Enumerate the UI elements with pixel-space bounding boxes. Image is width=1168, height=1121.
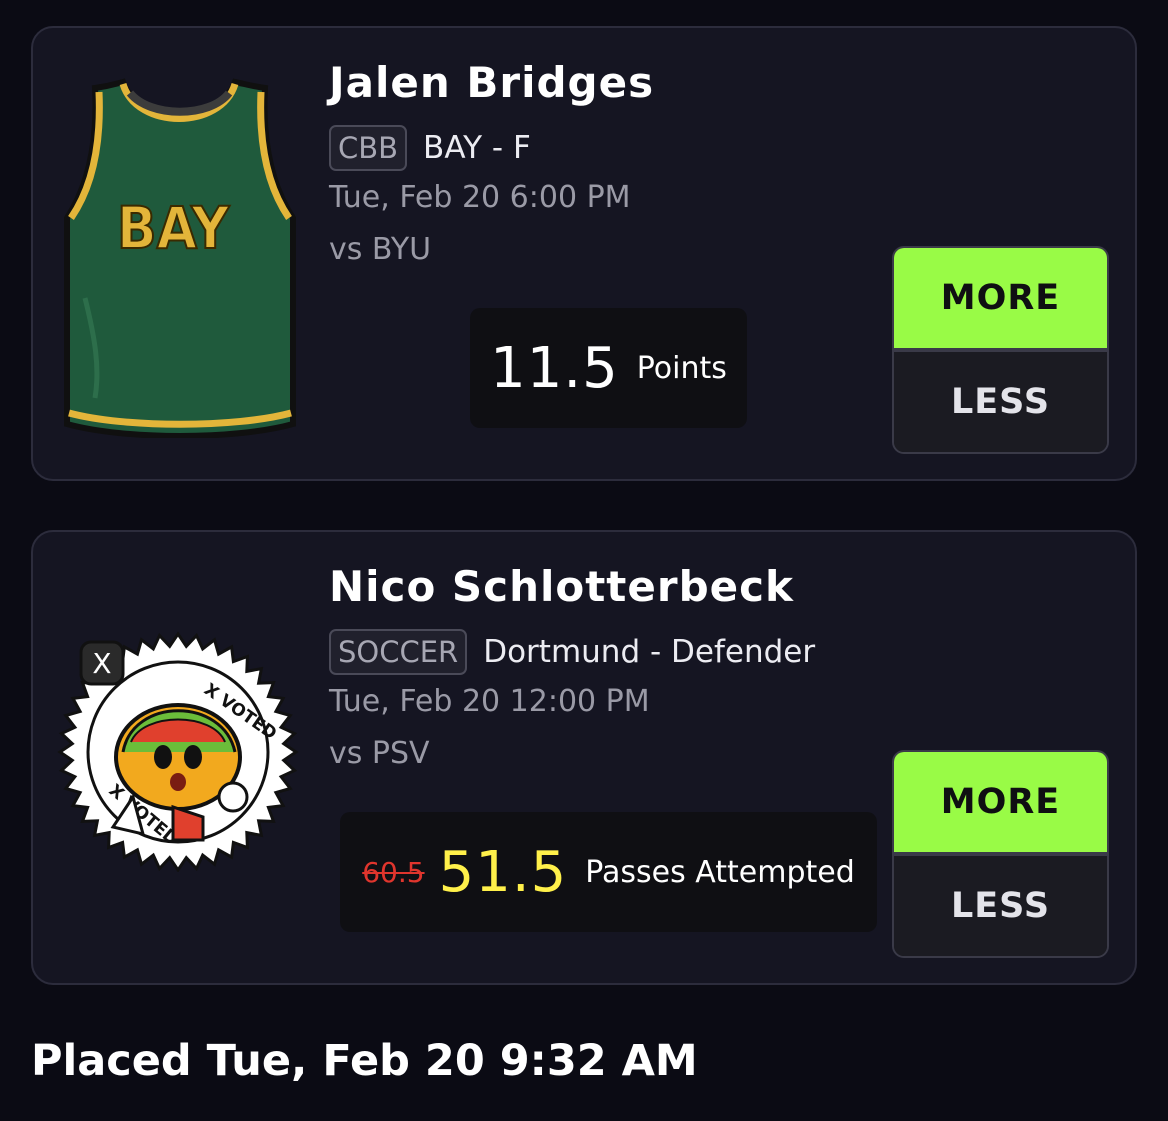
more-button[interactable]: MORE [894, 752, 1107, 852]
league-badge: SOCCER [329, 629, 468, 675]
opponent: vs BYU [329, 232, 432, 267]
old-line-value: 60.5 [362, 855, 425, 889]
player-meta: SOCCER Dortmund - Defender [329, 629, 815, 675]
pick-card[interactable]: X VOTED X VOTED X Nico Schlotterbeck SOC… [31, 530, 1137, 985]
line-value: 11.5 [490, 335, 619, 401]
more-less-toggle: MORE LESS [892, 750, 1109, 958]
game-time: Tue, Feb 20 12:00 PM [329, 684, 650, 719]
game-time: Tue, Feb 20 6:00 PM [329, 180, 631, 215]
more-button[interactable]: MORE [894, 248, 1107, 348]
lineup-screen: BAY Jalen Bridges CBB BAY - F Tue, Feb 2… [0, 0, 1168, 1121]
x-voted-taco-badge-icon: X VOTED X VOTED X [53, 612, 303, 873]
svg-text:X: X [92, 647, 111, 680]
less-button[interactable]: LESS [894, 856, 1107, 956]
placed-timestamp: Placed Tue, Feb 20 9:32 AM [31, 1036, 698, 1086]
stat-label: Passes Attempted [585, 854, 855, 890]
projection-line: 60.5 51.5 Passes Attempted [340, 812, 877, 932]
player-name: Nico Schlotterbeck [329, 562, 794, 611]
opponent: vs PSV [329, 736, 430, 771]
less-button[interactable]: LESS [894, 352, 1107, 452]
stat-label: Points [636, 350, 727, 386]
player-name: Jalen Bridges [329, 58, 655, 107]
pick-card[interactable]: BAY Jalen Bridges CBB BAY - F Tue, Feb 2… [31, 26, 1137, 481]
player-meta: CBB BAY - F [329, 125, 531, 171]
projection-line: 11.5 Points [470, 308, 747, 428]
team-position: Dortmund - Defender [483, 634, 816, 670]
jersey-team-text: BAY [117, 194, 231, 262]
more-less-toggle: MORE LESS [892, 246, 1109, 454]
jersey-icon: BAY [55, 68, 305, 439]
team-position: BAY - F [423, 130, 531, 166]
league-badge: CBB [329, 125, 408, 171]
line-value: 51.5 [438, 839, 568, 905]
